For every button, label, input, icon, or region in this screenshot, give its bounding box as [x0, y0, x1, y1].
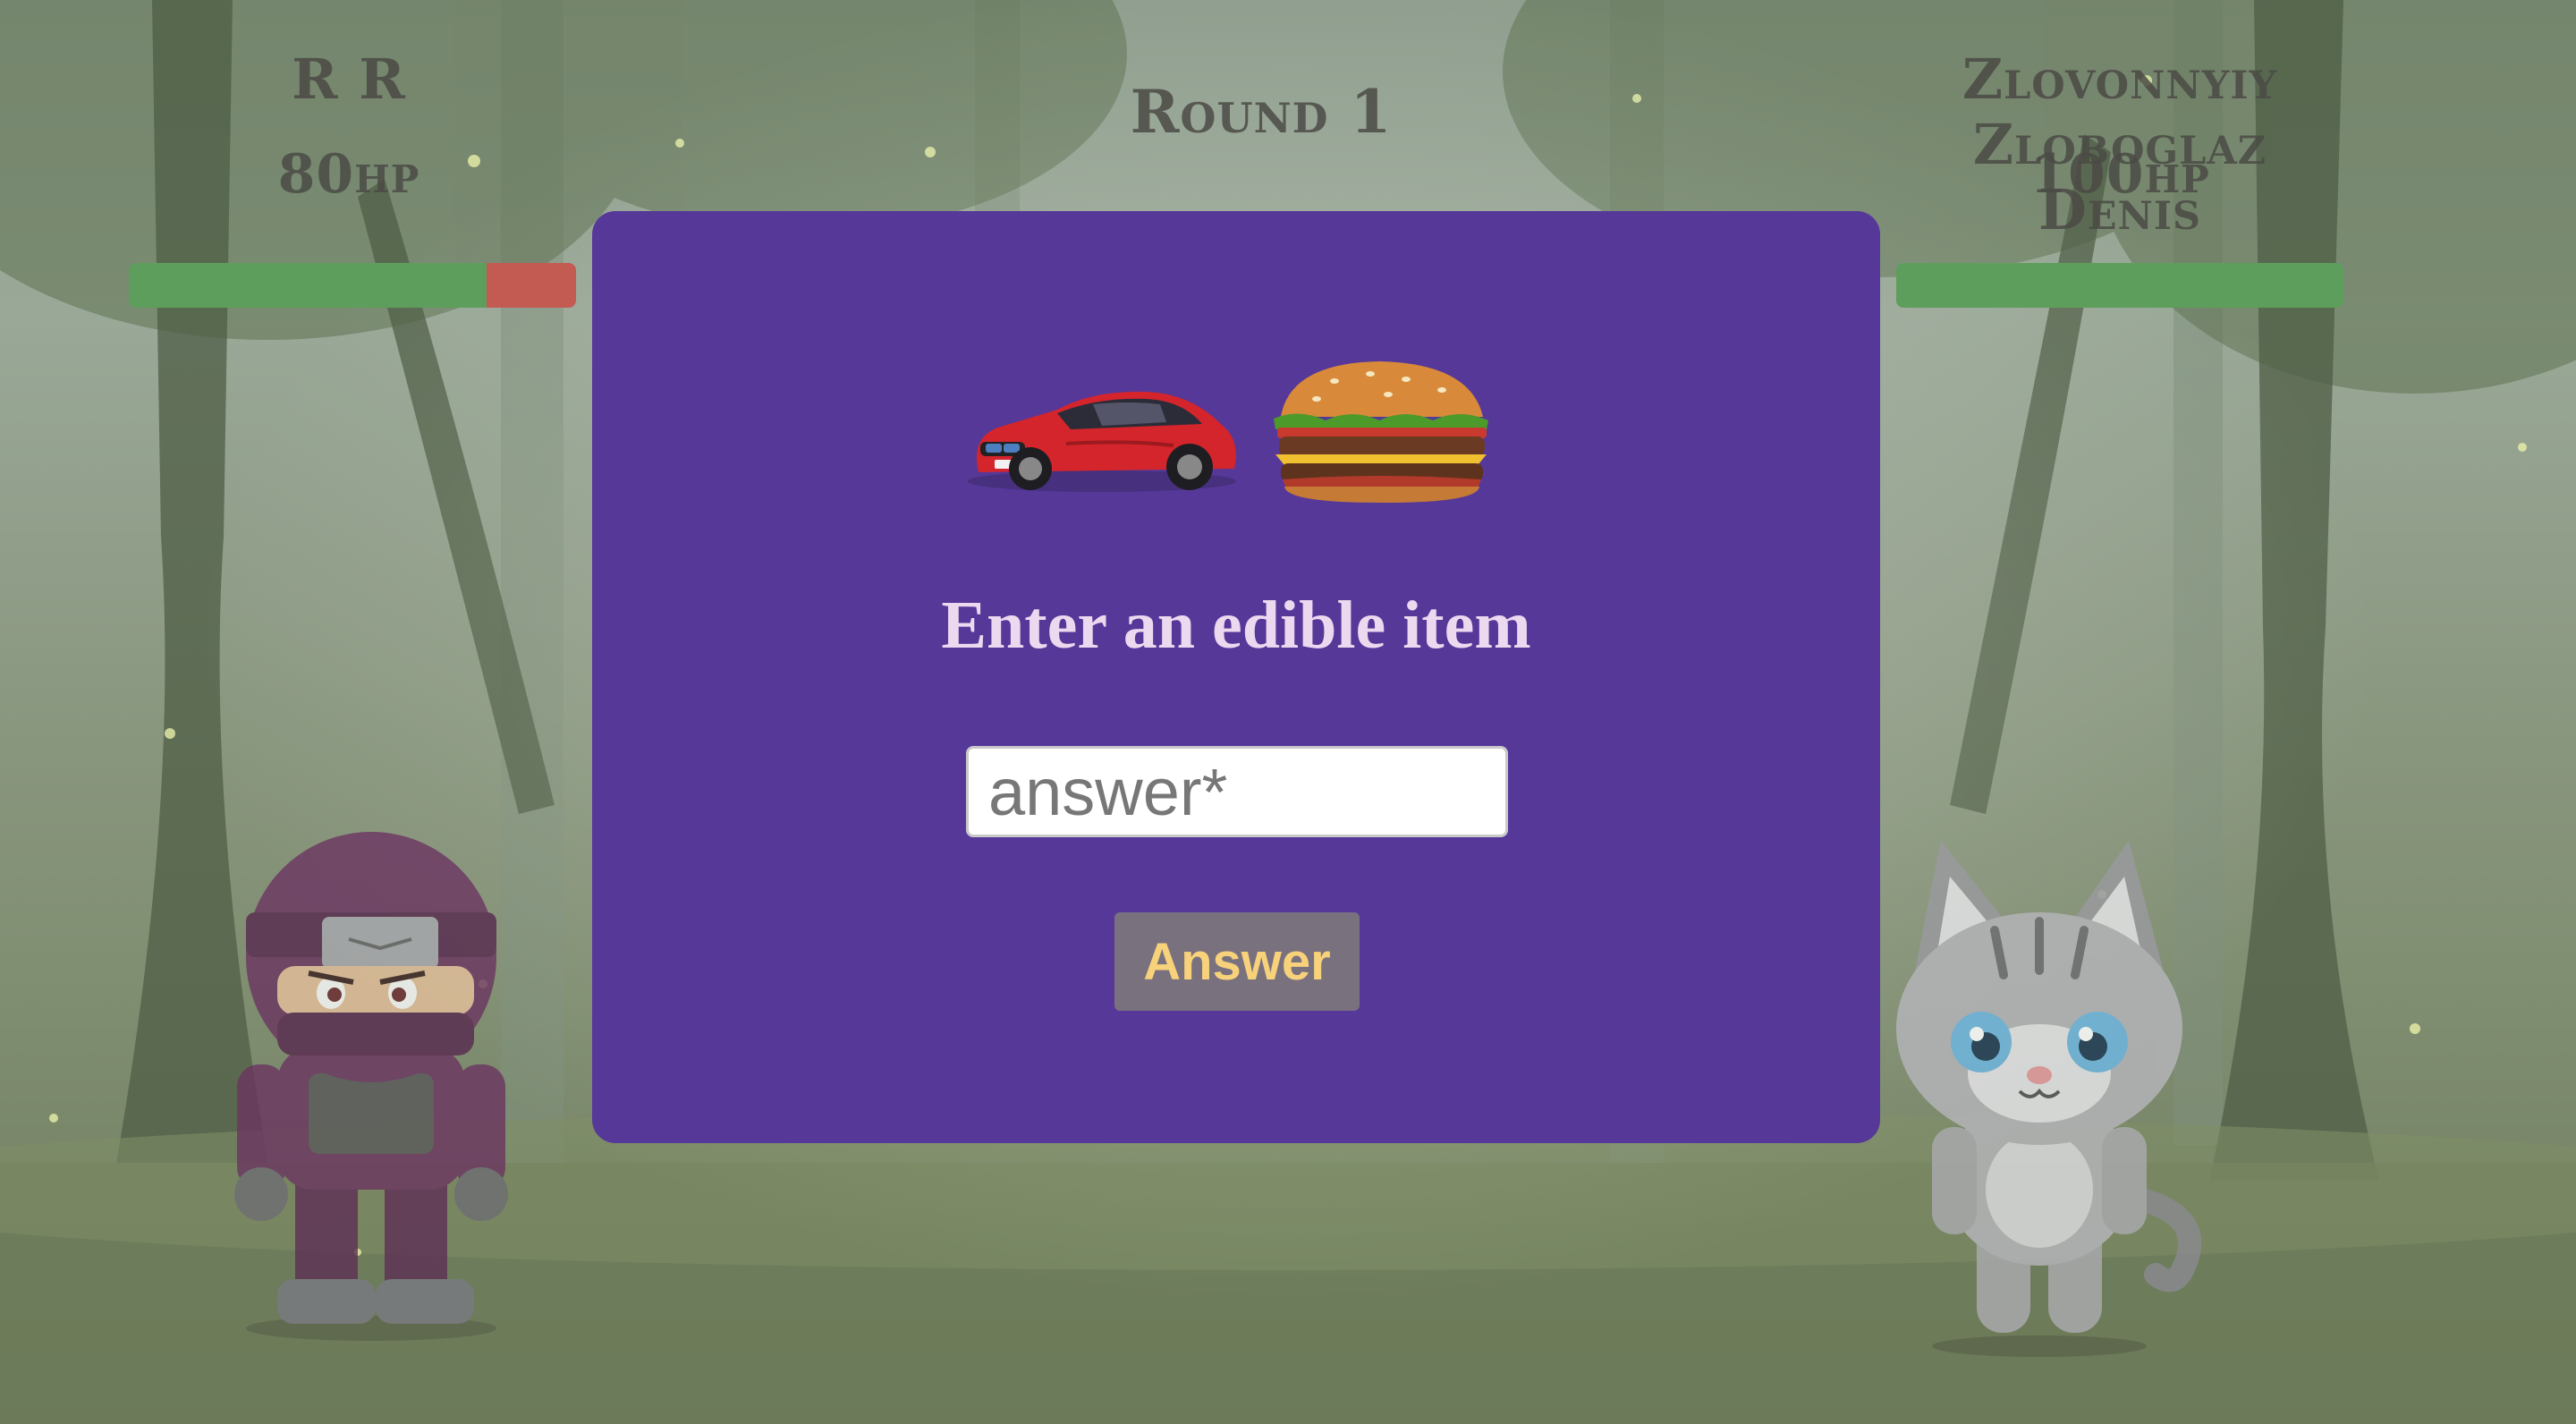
round-label: Round 1: [1130, 77, 1393, 147]
left-health-bar: [129, 263, 576, 308]
left-health-fill: [129, 263, 487, 308]
red-sports-car-image: [968, 391, 1236, 492]
right-health-fill: [1896, 263, 2343, 308]
right-health-bar: [1896, 263, 2343, 308]
prompt-title: Enter an edible item: [941, 588, 1531, 663]
question-modal: Enter an edible item Answer: [592, 211, 1880, 1143]
answer-button[interactable]: Answer: [1114, 912, 1360, 1011]
prompt-images: [968, 361, 1488, 503]
left-player-hp: 80hp: [277, 143, 420, 206]
ninja-character: [234, 832, 508, 1341]
answer-input[interactable]: [966, 746, 1508, 837]
hamburger-image: [1274, 361, 1488, 503]
right-player-hp: 100hp: [2029, 143, 2210, 206]
cat-character: [1896, 841, 2202, 1357]
left-player-name: R R: [292, 47, 406, 112]
